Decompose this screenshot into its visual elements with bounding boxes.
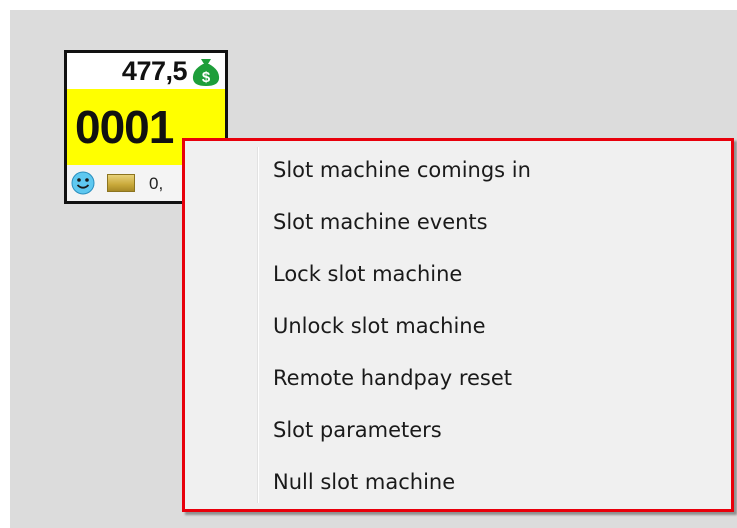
svg-text:$: $ xyxy=(202,69,211,86)
menu-item-slot-parameters[interactable]: Slot parameters xyxy=(189,408,727,452)
machine-number: 0001 xyxy=(75,101,174,153)
menu-item-label: Lock slot machine xyxy=(273,262,463,286)
tile-amount: 477,5 xyxy=(121,56,188,86)
menu-item-label: Slot parameters xyxy=(273,418,442,442)
menu-item-label: Remote handpay reset xyxy=(273,366,513,390)
smiley-icon xyxy=(71,171,95,195)
menu-item-label: Unlock slot machine xyxy=(273,314,486,338)
menu-item-unlock-slot-machine[interactable]: Unlock slot machine xyxy=(189,304,727,348)
money-bag-icon: $ xyxy=(192,59,220,86)
menu-item-remote-handpay-reset[interactable]: Remote handpay reset xyxy=(189,356,727,400)
context-menu: Slot machine comings in Slot machine eve… xyxy=(182,138,734,512)
tile-amount-row: 477,5 $ xyxy=(67,53,225,89)
coin-icon xyxy=(107,174,135,192)
menu-item-slot-machine-events[interactable]: Slot machine events xyxy=(189,200,727,244)
menu-item-null-slot-machine[interactable]: Null slot machine xyxy=(189,460,727,504)
menu-item-lock-slot-machine[interactable]: Lock slot machine xyxy=(189,252,727,296)
tile-bottom-value: 0, xyxy=(149,174,164,193)
menu-item-label: Slot machine events xyxy=(273,210,488,234)
menu-item-label: Slot machine comings in xyxy=(273,158,531,182)
menu-item-slot-machine-comings-in[interactable]: Slot machine comings in xyxy=(189,148,727,192)
menu-item-label: Null slot machine xyxy=(273,470,456,494)
workspace-canvas: 477,5 $ 0001 0, Slot machine comings in xyxy=(10,10,737,528)
